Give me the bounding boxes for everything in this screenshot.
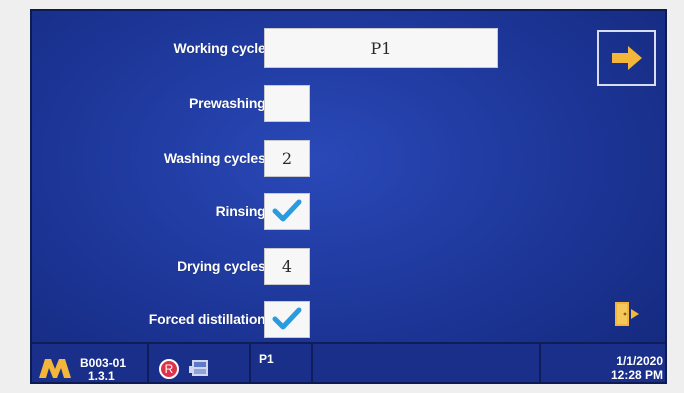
washing-cycles-value: 2 bbox=[281, 148, 293, 168]
device-info-cell: B003-01 1.3.1 bbox=[32, 344, 149, 383]
status-date: 1/1/2020 bbox=[616, 354, 663, 368]
prewashing-row: Prewashing: bbox=[32, 83, 452, 123]
drying-cycles-field[interactable]: 4 bbox=[264, 247, 310, 285]
working-cycle-label: Working cycle: bbox=[173, 40, 270, 56]
next-button[interactable] bbox=[597, 30, 656, 86]
software-version: 1.3.1 bbox=[88, 369, 115, 383]
machine-id: B003-01 bbox=[80, 356, 127, 370]
rinsing-label: Rinsing: bbox=[215, 203, 271, 219]
prewashing-label: Prewashing: bbox=[188, 95, 270, 111]
message-cell bbox=[313, 344, 541, 382]
working-cycle-field[interactable]: P1 bbox=[264, 28, 498, 68]
checkmark-icon bbox=[272, 199, 302, 222]
status-bar: B003-01 1.3.1 R P1 1/1/2020 12:28 PM bbox=[32, 342, 665, 383]
forced-distillation-row: Forced distillation: bbox=[32, 299, 452, 339]
hmi-screen: Working cycle: P1 Prewashing: Washing cy… bbox=[30, 9, 667, 384]
mode-icons-cell: R bbox=[149, 344, 251, 382]
washing-cycles-label: Washing cycles: bbox=[163, 150, 270, 166]
drying-cycles-row: Drying cycles: 4 bbox=[32, 246, 452, 286]
r-badge-label: R bbox=[164, 362, 174, 376]
prewashing-checkbox[interactable] bbox=[264, 84, 310, 122]
program-cell: P1 bbox=[251, 344, 313, 382]
r-badge[interactable]: R bbox=[159, 359, 179, 379]
status-time: 12:28 PM bbox=[610, 368, 663, 382]
drying-cycles-value: 4 bbox=[281, 256, 293, 276]
washing-cycles-field[interactable]: 2 bbox=[264, 139, 310, 177]
datetime-cell: 1/1/2020 12:28 PM bbox=[541, 344, 665, 382]
current-program: P1 bbox=[259, 352, 274, 366]
brand-logo bbox=[39, 359, 71, 378]
working-cycle-value: P1 bbox=[370, 38, 392, 58]
drying-cycles-label: Drying cycles: bbox=[177, 258, 270, 274]
forced-distillation-label: Forced distillation: bbox=[148, 311, 270, 327]
washing-cycles-row: Washing cycles: 2 bbox=[32, 138, 452, 178]
working-cycle-row: Working cycle: P1 bbox=[32, 28, 498, 68]
rinsing-row: Rinsing: bbox=[32, 191, 452, 231]
forced-distillation-checkbox[interactable] bbox=[264, 300, 310, 338]
rinsing-checkbox[interactable] bbox=[264, 192, 310, 230]
machine-icon[interactable] bbox=[189, 358, 211, 378]
arrow-right-icon bbox=[611, 46, 642, 70]
exit-door-icon[interactable] bbox=[612, 299, 642, 329]
checkmark-icon bbox=[272, 307, 302, 330]
